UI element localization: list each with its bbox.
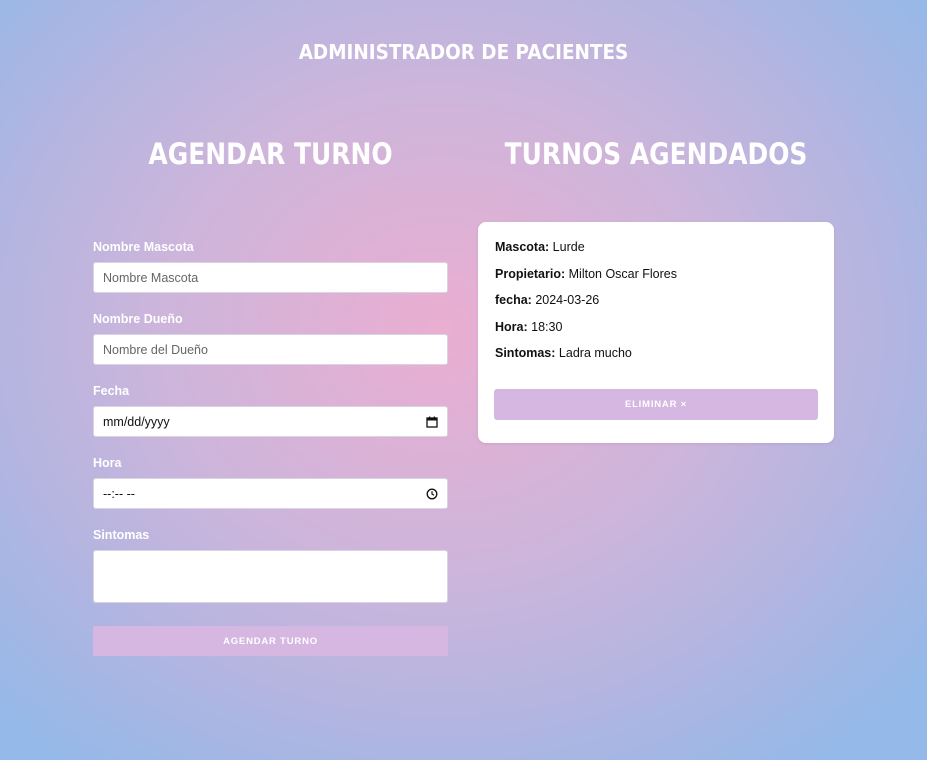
time-row-value: 18:30 <box>531 319 563 334</box>
time-row: Hora: 18:30 <box>495 320 818 347</box>
pet-name-input[interactable]: Nombre Mascota <box>93 262 448 293</box>
list-title: TURNOS AGENDADOS <box>504 137 808 171</box>
pet-row: Mascota: Lurde <box>495 240 818 267</box>
appointment-card: Mascota: Lurde Propietario: Milton Oscar… <box>478 222 834 443</box>
form-title: AGENDAR TURNO <box>148 137 393 171</box>
date-row-value: 2024-03-26 <box>535 293 600 307</box>
symptoms-label: Sintomas <box>93 528 150 542</box>
app-title: ADMINISTRADOR DE PACIENTES <box>298 40 629 64</box>
time-row-label: Hora: <box>495 319 528 334</box>
pet-row-value: Lurde <box>552 240 585 254</box>
time-value: --:-- -- <box>103 486 135 501</box>
pet-name-label: Nombre Mascota <box>93 240 194 254</box>
date-label: Fecha <box>93 384 130 398</box>
symptoms-row: Sintomas: Ladra mucho <box>495 346 818 373</box>
owner-name-label: Nombre Dueño <box>93 312 183 326</box>
symptoms-row-label: Sintomas: <box>495 346 556 360</box>
symptoms-row-value: Ladra mucho <box>558 346 632 360</box>
clock-icon[interactable] <box>426 488 438 500</box>
symptoms-textarea[interactable] <box>93 550 448 603</box>
date-input[interactable]: mm/dd/yyyy <box>93 406 448 437</box>
submit-appointment-button[interactable]: AGENDAR TURNO <box>93 626 448 656</box>
time-label: Hora <box>93 456 122 470</box>
time-input[interactable]: --:-- -- <box>93 478 448 509</box>
date-row-label: fecha: <box>495 293 532 307</box>
date-row: fecha: 2024-03-26 <box>495 293 818 320</box>
appointment-form: Nombre Mascota Nombre Mascota Nombre Due… <box>93 240 448 656</box>
date-value: mm/dd/yyyy <box>103 414 170 429</box>
delete-appointment-button[interactable]: ELIMINAR × <box>494 388 818 420</box>
owner-name-input[interactable]: Nombre del Dueño <box>93 334 448 365</box>
owner-name-placeholder: Nombre del Dueño <box>103 342 208 357</box>
pet-name-placeholder: Nombre Mascota <box>103 270 199 285</box>
pet-row-label: Mascota: <box>495 240 550 254</box>
calendar-icon[interactable] <box>426 416 438 428</box>
owner-row-label: Propietario: <box>495 266 566 281</box>
owner-row: Propietario: Milton Oscar Flores <box>495 267 818 294</box>
owner-row-value: Milton Oscar Flores <box>568 266 677 281</box>
